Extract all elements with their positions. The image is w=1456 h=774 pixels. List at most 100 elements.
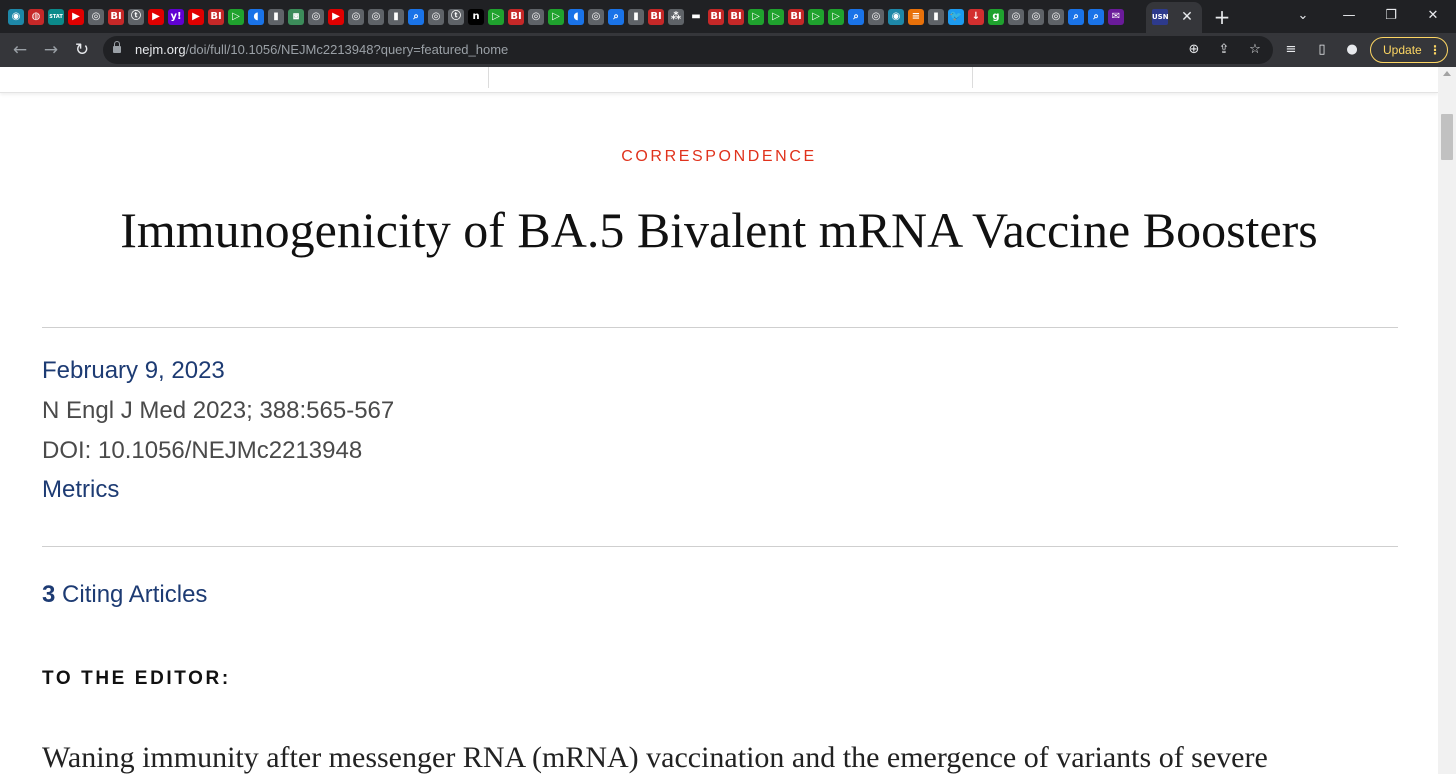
tab-favicon-icon[interactable]: ◎ <box>368 9 384 25</box>
tab-favicon-icon[interactable]: ◖ <box>568 9 584 25</box>
update-button[interactable]: Update ⋮ <box>1370 37 1448 63</box>
tab-favicon-icon[interactable]: ▬ <box>688 9 704 25</box>
side-panel-icon[interactable]: ▯ <box>1310 38 1334 62</box>
tab-favicon-icon[interactable]: ▷ <box>828 9 844 25</box>
publication-date[interactable]: February 9, 2023 <box>42 357 225 385</box>
divider <box>42 327 1398 328</box>
tab-favicon-icon[interactable]: BI <box>788 9 804 25</box>
tab-favicon-icon[interactable]: ▷ <box>228 9 244 25</box>
minimize-button[interactable]: — <box>1334 4 1364 28</box>
url-host: nejm.org <box>135 42 186 57</box>
tab-favicon-icon[interactable]: ⁂ <box>668 9 684 25</box>
close-tab-icon[interactable]: ✕ <box>1178 8 1196 26</box>
tab-favicon-icon[interactable]: ◎ <box>428 9 444 25</box>
tab-favicon-icon[interactable]: ◎ <box>588 9 604 25</box>
scroll-up-arrow-icon[interactable] <box>1443 71 1451 76</box>
tab-favicon-icon[interactable]: ▮ <box>388 9 404 25</box>
citing-label: Citing Articles <box>62 581 208 608</box>
url-path: /doi/full/10.1056/NEJMc2213948?query=fea… <box>185 42 509 57</box>
bookmark-star-icon[interactable]: ☆ <box>1245 40 1265 60</box>
tab-favicon-icon[interactable]: ▮ <box>928 9 944 25</box>
tab-favicon-icon[interactable]: ▷ <box>808 9 824 25</box>
address-bar[interactable]: nejm.org/doi/full/10.1056/NEJMc2213948?q… <box>103 36 1273 64</box>
browser-tab-strip: ◉ ◍ STAT ▶ ◎ BI ⓣ ▶ y! ▶ BI ▷ ◖ ▮ ⧆ ◎ ▶ ◎ ◎ ▮ ⌕ ◎ ⓣ n ▷ BI ◎ ▷ ◖ ◎ ⌕ ▮ B… <box>0 0 1456 33</box>
restore-button[interactable]: ❐ <box>1376 4 1406 28</box>
tab-favicon-icon[interactable]: ≡ <box>908 9 924 25</box>
tab-favicon-icon[interactable]: ▮ <box>268 9 284 25</box>
tab-favicon-icon[interactable]: ◖ <box>248 9 264 25</box>
tab-favicon-icon[interactable]: ◉ <box>888 9 904 25</box>
url-text[interactable]: nejm.org/doi/full/10.1056/NEJMc2213948?q… <box>135 43 508 57</box>
metrics-link[interactable]: Metrics <box>42 476 119 504</box>
reload-button[interactable]: ↻ <box>69 37 95 63</box>
tab-list: ◉ ◍ STAT ▶ ◎ BI ⓣ ▶ y! ▶ BI ▷ ◖ ▮ ⧆ ◎ ▶ ◎ ◎ ▮ ⌕ ◎ ⓣ n ▷ BI ◎ ▷ ◖ ◎ ⌕ ▮ B… <box>6 6 1166 28</box>
profile-avatar-icon[interactable]: ● <box>1340 38 1364 62</box>
tab-favicon-icon[interactable]: n <box>468 9 484 25</box>
tab-favicon-icon[interactable]: BI <box>728 9 744 25</box>
new-tab-button[interactable]: + <box>1210 5 1234 29</box>
usnews-favicon-icon: USN <box>1152 9 1169 25</box>
active-tab[interactable]: USN ✕ <box>1146 2 1202 33</box>
tab-favicon-icon[interactable]: ◎ <box>528 9 544 25</box>
article-section-label: CORRESPONDENCE <box>621 148 817 165</box>
divider <box>42 546 1398 547</box>
tab-favicon-icon[interactable]: ◎ <box>1028 9 1044 25</box>
page-scrollbar[interactable] <box>1438 67 1456 774</box>
doi-text: DOI: 10.1056/NEJMc2213948 <box>42 437 363 464</box>
lock-icon[interactable] <box>113 41 121 55</box>
tab-favicon-icon[interactable]: ⌕ <box>408 9 424 25</box>
tab-favicon-icon[interactable]: y! <box>168 9 184 25</box>
tab-favicon-icon[interactable]: ◎ <box>1008 9 1024 25</box>
scrollbar-thumb[interactable] <box>1441 114 1453 160</box>
back-button[interactable]: ← <box>7 37 33 63</box>
browser-toolbar: ← → ↻ nejm.org/doi/full/10.1056/NEJMc221… <box>0 33 1456 67</box>
tab-favicon-icon[interactable]: BI <box>508 9 524 25</box>
page-viewport: CORRESPONDENCE Immunogenicity of BA.5 Bi… <box>0 67 1438 774</box>
tab-favicon-icon[interactable]: ▶ <box>68 9 84 25</box>
citing-articles-link[interactable]: 3 Citing Articles <box>42 581 207 609</box>
tab-favicon-icon[interactable]: ▷ <box>768 9 784 25</box>
close-window-button[interactable]: ✕ <box>1418 4 1448 28</box>
tab-favicon-icon[interactable]: ◉ <box>8 9 24 25</box>
article-title: Immunogenicity of BA.5 Bivalent mRNA Vac… <box>120 202 1318 258</box>
tab-favicon-icon[interactable]: g <box>988 9 1004 25</box>
tab-favicon-icon[interactable]: ⧆ <box>288 9 304 25</box>
tab-favicon-icon[interactable]: ▷ <box>488 9 504 25</box>
tab-favicon-icon[interactable]: BI <box>208 9 224 25</box>
tab-favicon-icon[interactable]: ◎ <box>868 9 884 25</box>
tab-favicon-icon[interactable]: ▮ <box>628 9 644 25</box>
tab-favicon-icon[interactable]: ▷ <box>548 9 564 25</box>
tab-favicon-icon[interactable]: 🐦 <box>948 9 964 25</box>
site-top-nav <box>0 67 1438 93</box>
tab-favicon-icon[interactable]: BI <box>648 9 664 25</box>
update-label: Update <box>1383 43 1422 57</box>
zoom-icon[interactable]: ⊕ <box>1184 40 1204 60</box>
tab-favicon-icon[interactable]: ◎ <box>308 9 324 25</box>
tab-favicon-icon[interactable]: ⌕ <box>1088 9 1104 25</box>
tab-favicon-icon[interactable]: ◍ <box>28 9 44 25</box>
citing-count: 3 <box>42 581 56 608</box>
media-controls-icon[interactable]: ≡ <box>1279 38 1303 62</box>
tab-favicon-icon[interactable]: BI <box>108 9 124 25</box>
tab-favicon-icon[interactable]: ▶ <box>328 9 344 25</box>
tab-favicon-icon[interactable]: ⓣ <box>128 9 144 25</box>
tab-favicon-icon[interactable]: ⌕ <box>608 9 624 25</box>
forward-button[interactable]: → <box>38 37 64 63</box>
to-the-editor-heading: TO THE EDITOR: <box>42 668 231 689</box>
share-icon[interactable]: ⇪ <box>1214 40 1234 60</box>
tab-favicon-icon[interactable]: ⌕ <box>1068 9 1084 25</box>
tab-favicon-icon[interactable]: ◎ <box>88 9 104 25</box>
tab-favicon-icon[interactable]: ✉ <box>1108 9 1124 25</box>
tab-favicon-icon[interactable]: BI <box>708 9 724 25</box>
tab-favicon-icon[interactable]: ▶ <box>148 9 164 25</box>
journal-citation: N Engl J Med 2023; 388:565-567 <box>42 397 395 424</box>
tab-favicon-icon[interactable]: ↓ <box>968 9 984 25</box>
tab-favicon-icon[interactable]: ⌕ <box>848 9 864 25</box>
tab-favicon-icon[interactable]: STAT <box>48 9 64 25</box>
tab-favicon-icon[interactable]: ◎ <box>1048 9 1064 25</box>
tab-favicon-icon[interactable]: ▶ <box>188 9 204 25</box>
tab-favicon-icon[interactable]: ⓣ <box>448 9 464 25</box>
tab-search-chevron-icon[interactable]: ⌄ <box>1288 4 1318 28</box>
tab-favicon-icon[interactable]: ▷ <box>748 9 764 25</box>
tab-favicon-icon[interactable]: ◎ <box>348 9 364 25</box>
